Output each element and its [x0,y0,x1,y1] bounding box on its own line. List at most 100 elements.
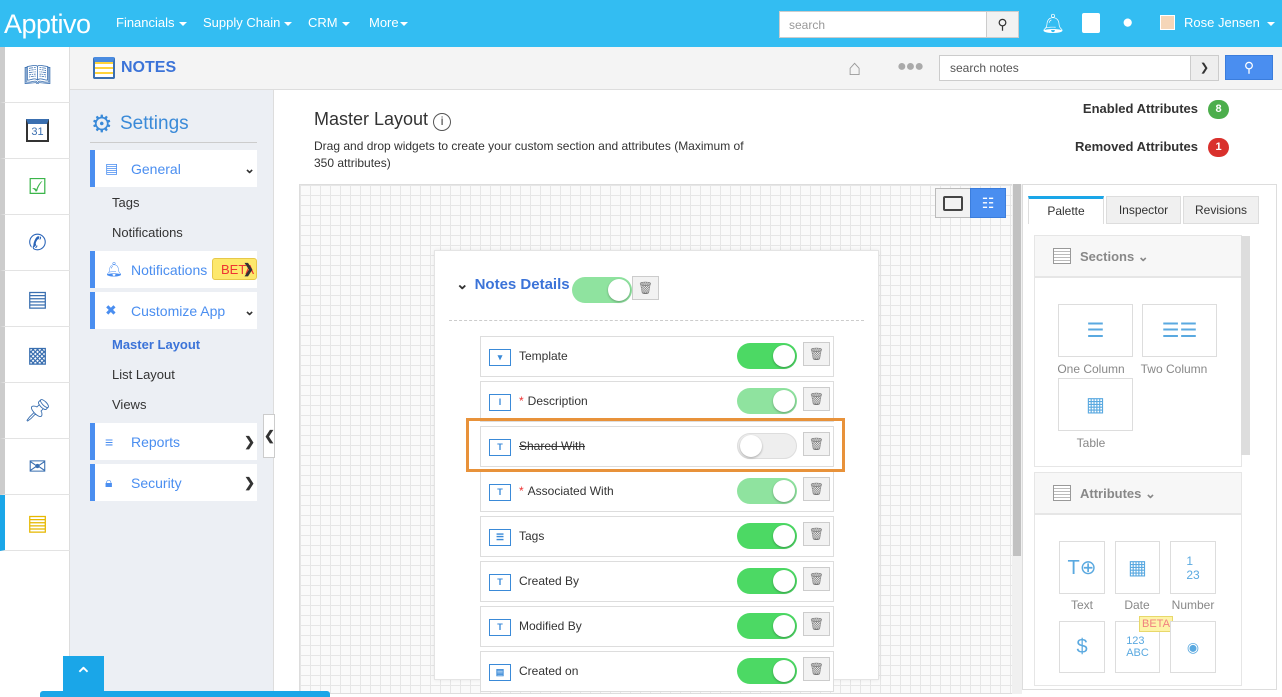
nav-crm[interactable]: CRM [308,15,350,30]
sidebar-subitem-tags[interactable]: Tags [112,195,139,210]
trash-icon[interactable]: 🗑︎ [803,522,830,546]
currency-tile[interactable]: $ [1059,621,1105,673]
attribute-row[interactable]: I * Description 🗑︎ [480,381,834,422]
attribute-row[interactable]: ☰ Tags 🗑︎ [480,516,834,557]
attribute-row[interactable]: T * Associated With 🗑︎ [480,471,834,512]
beta-badge: BETA [1139,616,1173,632]
one-column-icon: ☰ [1086,320,1105,342]
highlight-box [466,418,845,472]
apptivo-logo[interactable]: Apptivo [4,9,91,40]
attribute-toggle[interactable] [737,613,797,639]
avatar[interactable] [1160,15,1175,30]
section-toggle[interactable] [572,277,632,303]
sitemap-icon: ☷ [981,194,995,211]
attribute-row[interactable]: ▾ Template 🗑︎ [480,336,834,377]
sidebar-item-general[interactable]: ▤ General ⌄ [90,150,257,187]
attribute-row[interactable]: T Modified By 🗑︎ [480,606,834,647]
nav-more[interactable]: More [369,15,408,30]
enabled-attributes-label[interactable]: Enabled Attributes [1083,101,1198,116]
pin-icon[interactable]: 📌︎ [0,383,70,439]
text-field-icon: T [489,574,511,591]
info-icon[interactable]: i [433,113,452,131]
user-menu[interactable]: Rose Jensen [1184,15,1275,30]
nav-financials[interactable]: Financials [116,15,187,30]
attribute-row[interactable]: T Created By 🗑︎ [480,561,834,602]
title-text: Master Layout [314,109,429,129]
trash-icon[interactable]: 🗑︎ [803,567,830,591]
attribute-toggle[interactable] [737,523,797,549]
date-icon: ▤ [489,664,511,681]
divider [449,320,864,321]
book-icon[interactable]: 📖︎ [0,47,70,103]
attributes-header[interactable]: Attributes ⌄ [1034,472,1242,514]
search-icon[interactable]: ⚲ [986,11,1019,38]
home-icon[interactable]: ⌂ [848,55,861,81]
tools-icon: ✖ [105,302,117,318]
table-tile[interactable]: ▦ [1058,378,1133,431]
attribute-toggle[interactable] [737,343,797,369]
one-column-tile[interactable]: ☰ [1058,304,1133,357]
sidebar-item-customize-app[interactable]: ✖ Customize App ⌄ [90,292,257,329]
mail-icon[interactable]: ✉ [0,439,70,495]
text-tile[interactable]: T⊕ [1059,541,1105,594]
search-button[interactable]: ⚲ [1225,55,1273,80]
tab-revisions[interactable]: Revisions [1183,196,1259,224]
two-column-tile[interactable]: ☰☰ [1142,304,1217,357]
nav-label: More [369,15,399,30]
attribute-toggle[interactable] [737,478,797,504]
trash-icon[interactable]: 🗑︎ [803,612,830,636]
bell-icon[interactable]: 🔔︎ [1041,12,1065,36]
trash-icon[interactable]: 🗑︎ [632,276,659,300]
trash-icon[interactable]: 🗑︎ [803,657,830,681]
attribute-toggle[interactable] [737,658,797,684]
page-description: Drag and drop widgets to create your cus… [314,139,744,170]
sections-header[interactable]: Sections ⌄ [1034,235,1242,277]
more-dots-icon[interactable]: ●●● [897,58,924,76]
sidebar-item-security[interactable]: 🔒︎ Security ❯ [90,464,257,501]
sidebar-subitem-list-layout[interactable]: List Layout [112,367,175,382]
attribute-toggle[interactable] [737,388,797,414]
radio-tile[interactable]: ◉ [1170,621,1216,673]
notes-search-input[interactable]: search notes [939,55,1191,81]
chevron-right-icon[interactable]: ❯ [243,261,254,277]
removed-attributes-label[interactable]: Removed Attributes [1075,139,1198,154]
attribute-label: Tags [519,529,544,543]
apps-icon[interactable]: ● [1122,12,1133,34]
tasks-icon[interactable]: ☑ [0,159,70,215]
trash-icon[interactable]: 🗑︎ [803,387,830,411]
forms-icon[interactable]: ▤ [0,271,70,327]
store-icon[interactable] [1082,13,1100,33]
tab-palette[interactable]: Palette [1028,196,1104,224]
contacts-icon[interactable]: ▩ [0,327,70,383]
label: Sections [1080,249,1135,264]
trash-icon[interactable]: 🗑︎ [803,477,830,501]
desktop-view-button[interactable] [935,188,971,218]
notes-icon[interactable]: ▤ [0,495,70,551]
number-tile[interactable]: 1 23 [1170,541,1216,594]
calendar-icon[interactable]: 31 [0,103,70,159]
trash-icon[interactable]: 🗑︎ [803,342,830,366]
collapse-sidebar-button[interactable]: ❮ [263,414,275,458]
phone-icon[interactable]: ✆ [0,215,70,271]
label-text: Created By [519,574,580,588]
textarea-icon: I [489,394,511,411]
palette-scrollbar[interactable] [1241,236,1250,455]
sidebar-subitem-master-layout[interactable]: Master Layout [112,337,200,352]
section-header[interactable]: ⌄ Notes Details [456,275,570,293]
label: Reports [131,433,181,450]
hierarchy-view-button[interactable]: ☷ [970,188,1006,218]
nav-supply-chain[interactable]: Supply Chain [203,15,293,30]
label-text: Modified By [519,619,582,633]
chevron-down-icon[interactable]: ❯ [1190,55,1219,81]
sidebar-item-reports[interactable]: ≡ Reports ❯ [90,423,257,460]
attribute-toggle[interactable] [737,568,797,594]
date-tile[interactable]: ▦ [1115,541,1160,594]
sidebar-subitem-notifications[interactable]: Notifications [112,225,183,240]
caret-down-icon [284,21,293,26]
sidebar-subitem-views[interactable]: Views [112,397,146,412]
attribute-row[interactable]: ▤ Created on 🗑︎ [480,651,834,692]
attribute-label: Template [519,349,568,363]
global-search-input[interactable]: search [779,11,987,38]
tab-inspector[interactable]: Inspector [1106,196,1181,224]
canvas-scroll-thumb[interactable] [1013,184,1021,556]
